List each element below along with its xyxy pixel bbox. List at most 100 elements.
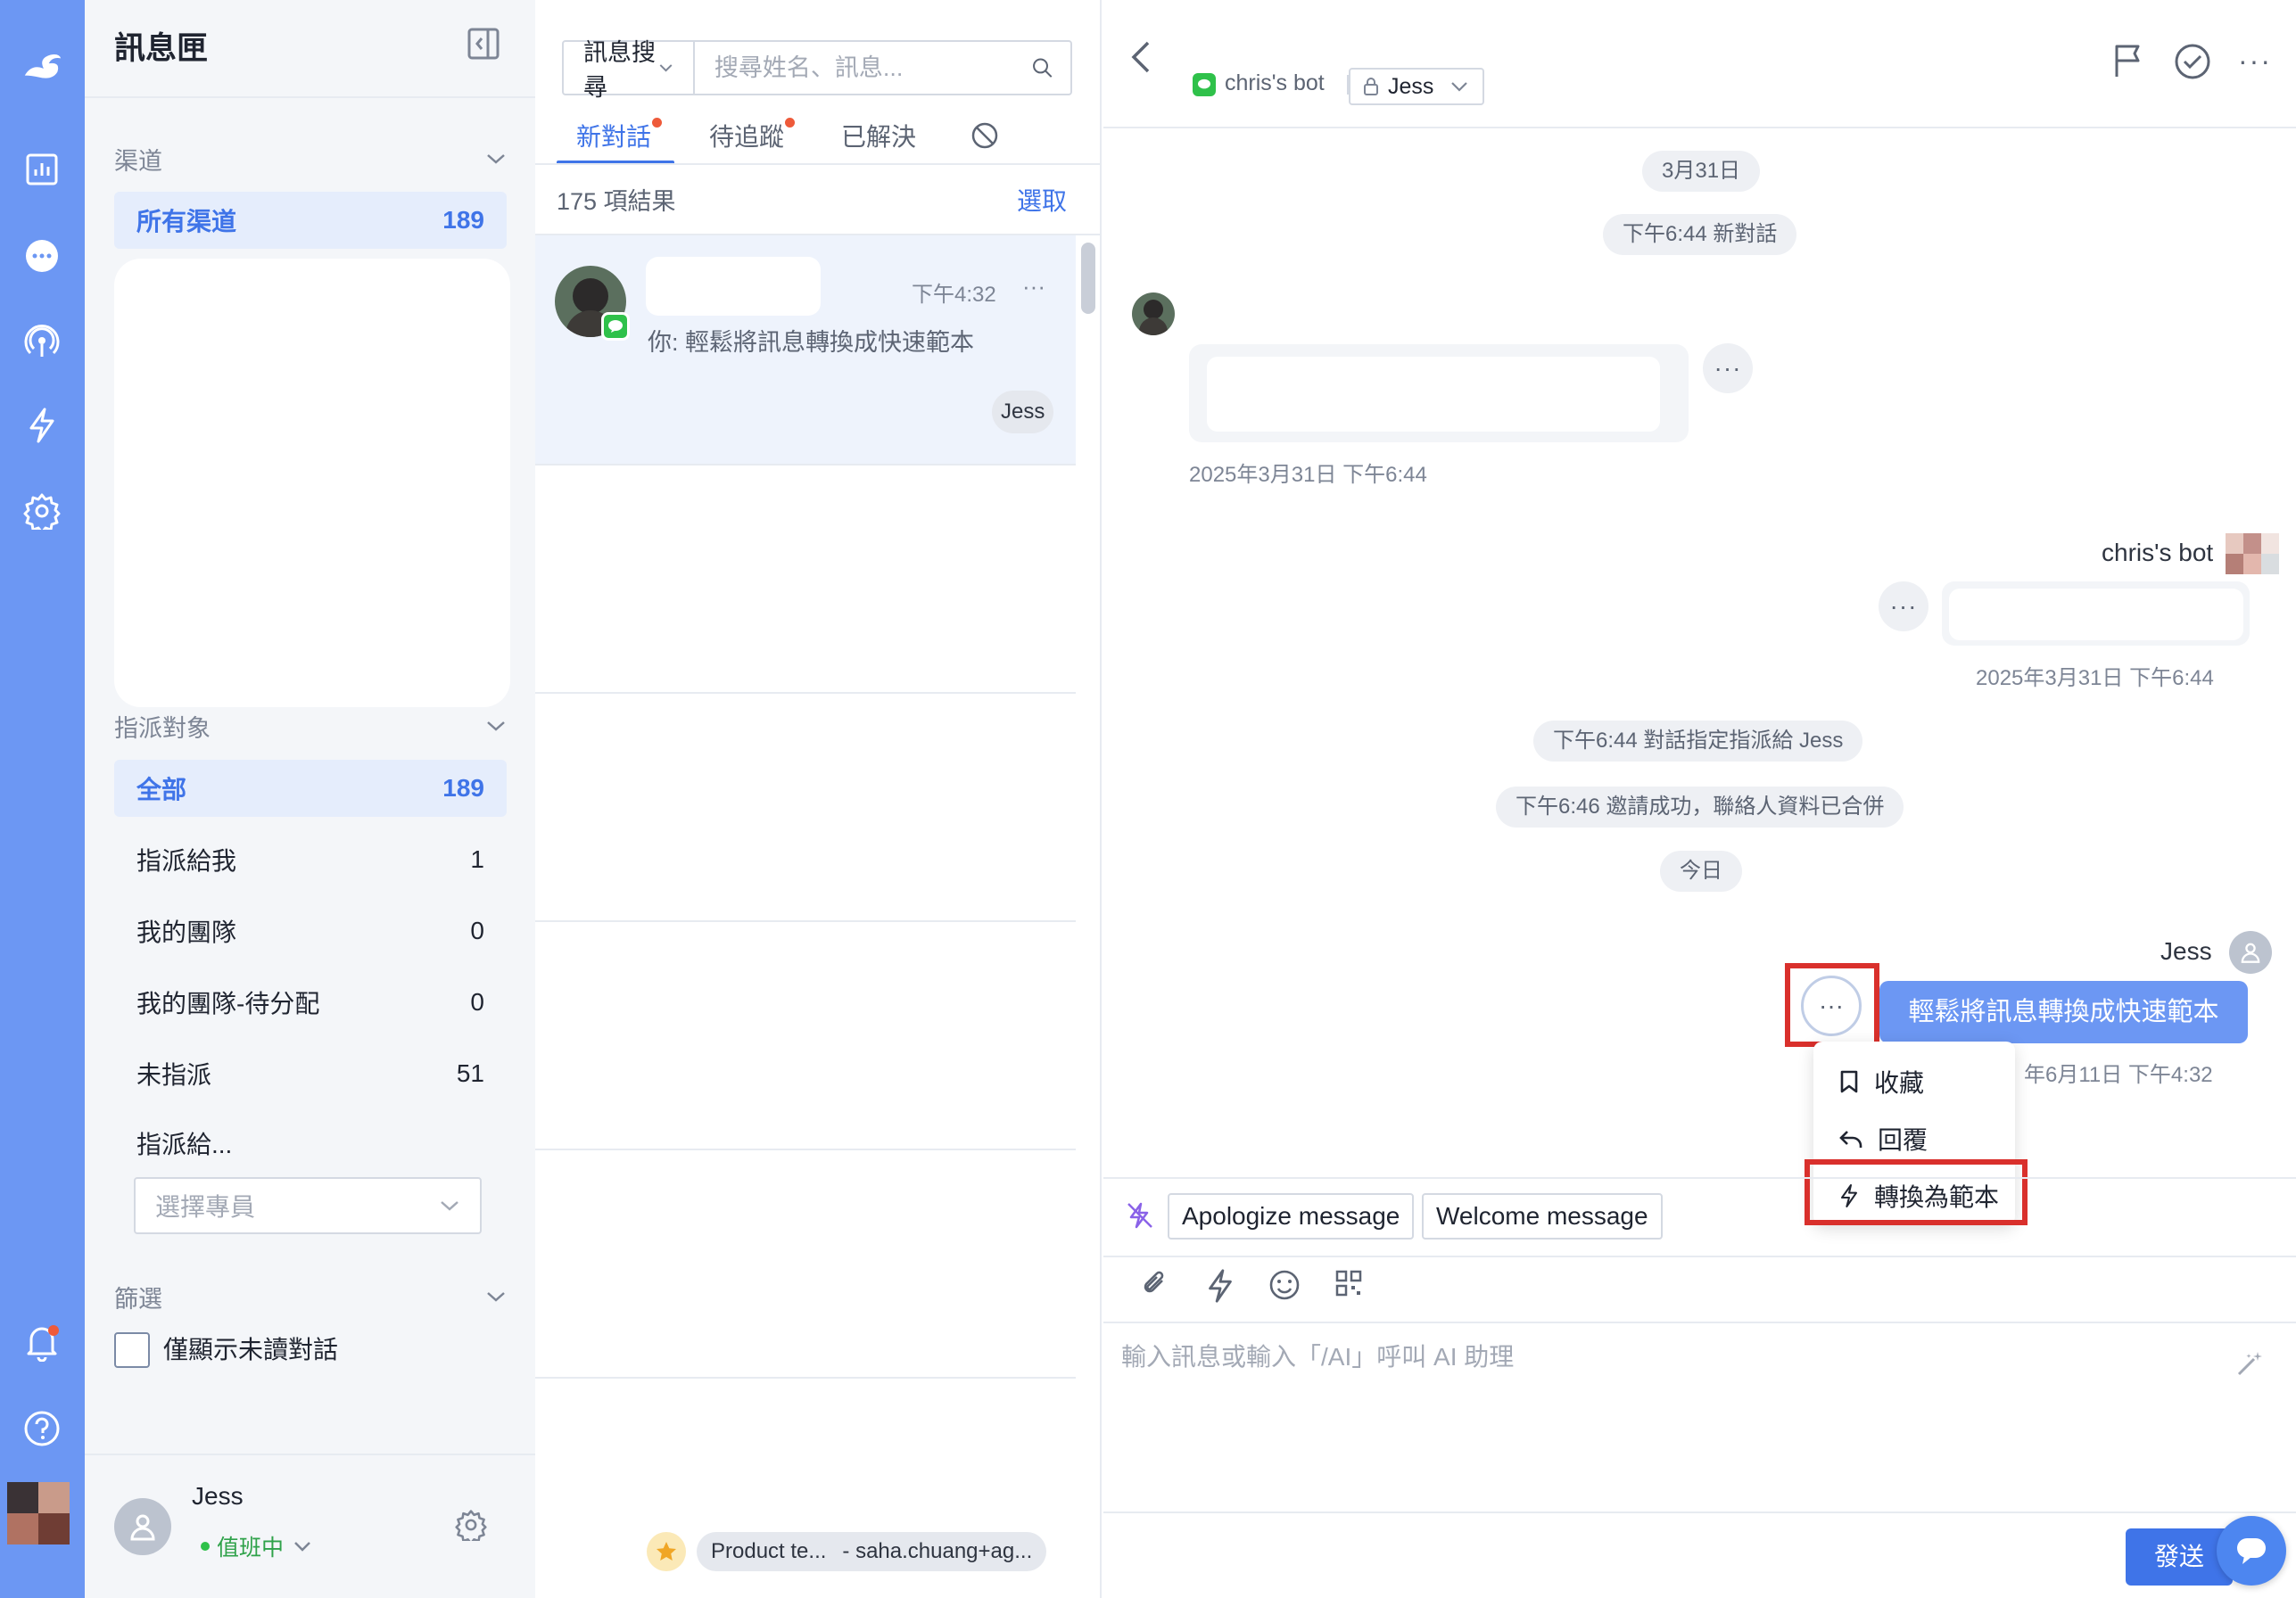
chevron-down-icon [294, 1542, 310, 1552]
assignee-all[interactable]: 全部 189 [114, 760, 507, 817]
search-input[interactable] [694, 42, 1030, 94]
tab-label: 已解決 [841, 123, 917, 151]
assignee-label: 指派給我 [136, 847, 237, 875]
channels-section-header[interactable]: 渠道 [114, 141, 507, 177]
message-composer[interactable] [1121, 1338, 2192, 1391]
conversation-item[interactable] [535, 922, 1076, 1150]
bell-icon[interactable] [20, 1320, 64, 1364]
assignee-label: 我的團隊 [136, 918, 237, 946]
chevron-down-icon [659, 64, 673, 72]
search-type-dropdown[interactable]: 訊息搜尋 [564, 39, 695, 101]
message-timestamp: 2025年3月31日 下午6:44 [1976, 666, 2214, 690]
chat-pane: chris's bot Jess ··· 3月31日 下午6:44 新對話 ··… [1103, 0, 2296, 1598]
redacted-contact-name [646, 257, 821, 316]
back-icon[interactable] [1128, 39, 1155, 75]
message-more-button[interactable]: ··· [1703, 343, 1753, 393]
help-icon[interactable] [20, 1406, 64, 1451]
menu-item-reply[interactable]: 回覆 [1813, 1113, 2015, 1165]
system-message: 下午6:44 新對話 [1603, 214, 1797, 255]
user-avatar-pixelated[interactable] [7, 1482, 70, 1544]
flag-icon[interactable] [2111, 43, 2143, 78]
user-status-dropdown[interactable]: 值班中 [201, 1530, 312, 1562]
reply-icon [1839, 1131, 1862, 1148]
message-more-button[interactable]: ··· [1879, 581, 1928, 631]
agent-sender-name: Jess [2160, 937, 2212, 965]
quick-reply-apologize[interactable]: Apologize message [1168, 1193, 1415, 1240]
chevron-down-icon [487, 1292, 505, 1302]
assignees-section-header[interactable]: 指派對象 [114, 708, 507, 744]
ai-assist-icon[interactable] [2234, 1348, 2265, 1379]
attachment-icon[interactable] [1139, 1268, 1175, 1304]
list-scrollbar[interactable] [1081, 243, 1095, 314]
assignee-my-team[interactable]: 我的團隊 0 [114, 902, 507, 960]
qr-code-icon[interactable] [1334, 1268, 1369, 1304]
inbox-title: 訊息匣 [114, 31, 209, 66]
bot-name: chris's bot [1225, 70, 1325, 95]
tag-text: - saha.chuang+ag... [842, 1539, 1033, 1563]
tab-follow-up[interactable]: 待追蹤 [709, 118, 784, 162]
assignee-count: 0 [470, 917, 484, 944]
assignee-dropdown[interactable]: Jess [1349, 68, 1484, 105]
assignee-me[interactable]: 指派給我 1 [114, 831, 507, 888]
emoji-icon[interactable] [1268, 1268, 1303, 1304]
quick-reply-welcome[interactable]: Welcome message [1422, 1193, 1663, 1240]
menu-item-save[interactable]: 收藏 [1813, 1056, 2015, 1108]
redacted-message-content [1207, 357, 1660, 432]
assignee-count: 51 [456, 1059, 484, 1087]
status-dot [201, 1542, 210, 1551]
conversation-item[interactable] [535, 465, 1076, 694]
divider [1103, 1512, 2296, 1513]
resolve-check-icon[interactable] [2174, 43, 2211, 80]
system-message: 下午6:46 邀請成功，聯絡人資料已合併 [1496, 787, 1904, 828]
assignee-my-team-unassigned[interactable]: 我的團隊-待分配 0 [114, 974, 507, 1031]
person-icon [130, 1514, 155, 1541]
tag-text: Product te... [711, 1539, 827, 1563]
lock-icon [1364, 78, 1378, 95]
conversation-item[interactable]: 下午4:32 ··· 你: 輕鬆將訊息轉換成快速範本 [535, 235, 1076, 465]
member-select[interactable]: 選擇專員 [134, 1177, 482, 1234]
report-icon[interactable] [20, 147, 64, 192]
assignee-unassigned[interactable]: 未指派 51 [114, 1045, 507, 1102]
broadcast-icon[interactable] [20, 319, 64, 364]
search-icon[interactable] [1030, 50, 1054, 86]
chat-icon[interactable] [20, 234, 64, 278]
automation-icon[interactable] [20, 403, 64, 448]
chevron-down-icon [1451, 82, 1468, 92]
divider [85, 96, 535, 98]
settings-icon[interactable] [20, 489, 64, 533]
member-select-placeholder: 選擇專員 [155, 1193, 256, 1221]
assignee-label: 全部 [136, 776, 187, 803]
assignee-count: 0 [470, 988, 484, 1016]
search-type-label: 訊息搜尋 [583, 39, 656, 101]
message-more-button-active[interactable]: ··· [1801, 976, 1862, 1036]
unread-only-checkbox[interactable] [114, 1332, 150, 1368]
menu-item-label: 回覆 [1878, 1126, 1928, 1154]
outgoing-message-bubble: 輕鬆將訊息轉換成快速範本 [1879, 981, 2248, 1043]
avatar[interactable] [114, 1498, 171, 1555]
collapse-sidebar-icon[interactable] [467, 27, 502, 62]
assignee-label: 未指派 [136, 1061, 212, 1089]
lightning-icon[interactable] [1205, 1268, 1241, 1304]
tab-blocked[interactable] [970, 121, 999, 166]
filter-section-header[interactable]: 篩選 [114, 1279, 507, 1314]
logo-icon[interactable] [20, 45, 64, 89]
message-timestamp: 2025年3月31日 下午6:44 [1189, 463, 1427, 487]
chevron-down-icon [441, 1201, 458, 1211]
more-options-icon[interactable]: ··· [2238, 45, 2272, 78]
ai-suggest-icon[interactable] [1125, 1200, 1155, 1231]
conversation-item[interactable] [535, 694, 1076, 922]
highlight-box [1805, 1159, 2028, 1225]
user-name: Jess [192, 1482, 244, 1510]
user-settings-icon[interactable] [455, 1509, 487, 1541]
channel-all[interactable]: 所有渠道 189 [114, 192, 507, 249]
support-chat-button[interactable] [2217, 1516, 2286, 1586]
chevron-down-icon [487, 154, 505, 164]
tab-resolved[interactable]: 已解決 [841, 118, 916, 162]
menu-item-label: 收藏 [1874, 1069, 1925, 1097]
tab-new[interactable]: 新對話 [576, 118, 651, 162]
select-button[interactable]: 選取 [1017, 182, 1067, 218]
person-icon [2241, 943, 2260, 963]
conversation-more-icon[interactable]: ··· [1022, 273, 1045, 301]
conversation-item[interactable] [535, 1150, 1076, 1379]
current-user-panel: Jess 值班中 [85, 1454, 535, 1598]
